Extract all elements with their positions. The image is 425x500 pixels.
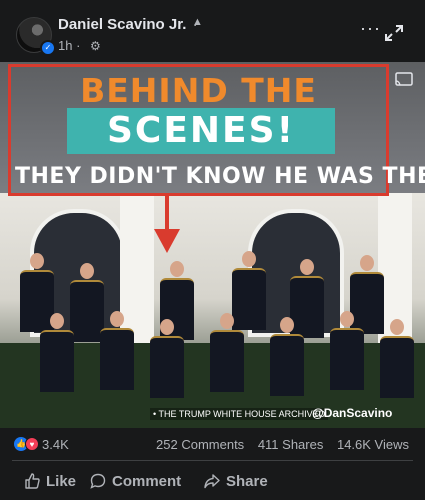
highlight-box: BEHIND THE SCENES! THEY DIDN'T KNOW HE W… (8, 64, 425, 196)
more-options-button[interactable]: ··· (360, 19, 381, 37)
comment-button[interactable]: Comment (90, 468, 181, 494)
author-name[interactable]: Daniel Scavino Jr. · (58, 16, 198, 33)
video-title-line1: BEHIND THE (80, 71, 317, 110)
soldier (380, 319, 414, 398)
comment-bubble-icon (90, 473, 106, 489)
comment-label: Comment (112, 472, 182, 490)
cast-icon[interactable] (395, 72, 413, 86)
soldier (40, 313, 74, 392)
post-header: ✓ Daniel Scavino Jr. · ▲ 1h · ⚙ ··· (0, 0, 425, 62)
soldier (150, 319, 184, 398)
action-bar: Like Comment Share (0, 462, 425, 500)
comments-count[interactable]: 252 Comments (156, 437, 244, 452)
author-name-text[interactable]: Daniel Scavino Jr. (58, 16, 186, 33)
love-reaction-icon: ♥ (25, 437, 39, 451)
reaction-icons[interactable]: 👍 ♥ (14, 437, 40, 451)
post-meta: 1h · ⚙ (58, 38, 101, 53)
share-label: Share (226, 472, 268, 490)
views-count: 14.6K Views (336, 437, 409, 452)
archive-watermark: • THE TRUMP WHITE HOUSE ARCHIVED (150, 408, 329, 420)
soldier (210, 313, 244, 392)
reaction-count[interactable]: 3.4K (42, 437, 69, 452)
handle-watermark: @DanScavino (312, 406, 393, 420)
post-counts: 252 Comments 411 Shares 14.6K Views (146, 437, 409, 452)
video-player[interactable]: BEHIND THE SCENES! THEY DIDN'T KNOW HE W… (0, 62, 425, 428)
soldier (70, 263, 104, 342)
thumbs-up-icon (25, 473, 40, 489)
soldier (270, 317, 304, 396)
expand-icon[interactable] (384, 24, 404, 42)
red-arrow-icon (154, 195, 180, 253)
video-scene (0, 193, 425, 428)
privacy-gear-icon: ⚙ (90, 39, 101, 53)
engagement-stats: 👍 ♥ 3.4K 252 Comments 411 Shares 14.6K V… (0, 428, 425, 460)
video-caption: THEY DIDN'T KNOW HE WAS THERE... (15, 164, 425, 189)
soldier (330, 311, 364, 390)
notification-icon: ▲ (192, 16, 203, 28)
video-title-banner: SCENES! (67, 108, 335, 154)
video-title-line2: SCENES! (106, 110, 295, 151)
divider (12, 460, 413, 461)
like-label: Like (46, 472, 77, 490)
like-button[interactable]: Like (24, 468, 76, 494)
post-time[interactable]: 1h · (58, 38, 80, 53)
share-button[interactable]: Share (204, 468, 268, 494)
shares-count[interactable]: 411 Shares (258, 437, 324, 452)
verified-badge-icon: ✓ (40, 40, 56, 56)
share-arrow-icon (204, 474, 220, 489)
soldier (100, 311, 134, 390)
